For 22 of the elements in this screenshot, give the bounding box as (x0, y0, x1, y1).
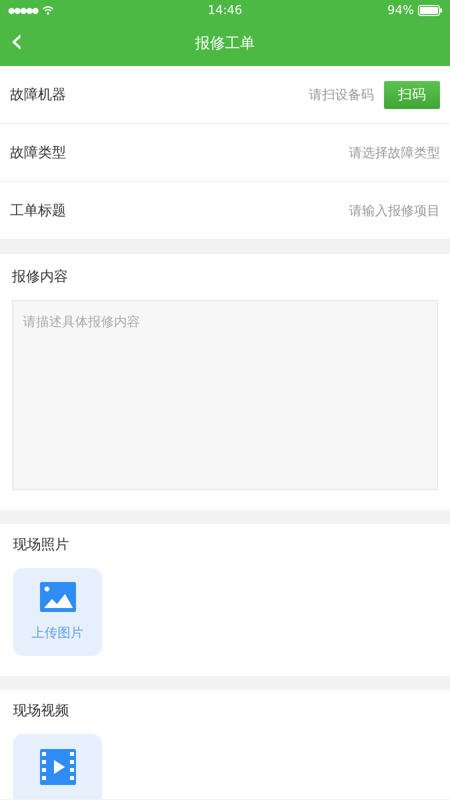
field-label: 故障类型 (10, 144, 67, 162)
section-title: 现场视频 (13, 702, 70, 720)
upload-video-button[interactable] (13, 734, 102, 799)
back-button[interactable]: ‹ (4, 24, 30, 58)
wifi-icon (42, 5, 54, 15)
description-field[interactable]: 请描述具体报修内容 (12, 300, 438, 490)
input-field[interactable]: 请选择故障类型 (349, 144, 440, 162)
page-title: 报修工单 (195, 34, 255, 52)
scan-button[interactable]: 扫码 (384, 80, 440, 108)
upload-image-button[interactable]: 上传图片 (13, 568, 102, 656)
section-title: 报修内容 (12, 268, 69, 286)
battery-icon (418, 4, 442, 16)
field-label: 故障机器 (10, 86, 67, 104)
section-title: 现场照片 (13, 536, 70, 554)
input-field[interactable]: 请输入报修项目 (349, 202, 440, 220)
clock-time: 14:46 (208, 3, 242, 17)
battery-percent: 94% (387, 3, 414, 17)
video-icon (40, 749, 76, 785)
field-label: 工单标题 (10, 202, 67, 220)
signal-dots: ●●●●● (8, 6, 38, 14)
image-icon (40, 582, 76, 612)
input-field[interactable]: 请扫设备码 (309, 86, 374, 104)
